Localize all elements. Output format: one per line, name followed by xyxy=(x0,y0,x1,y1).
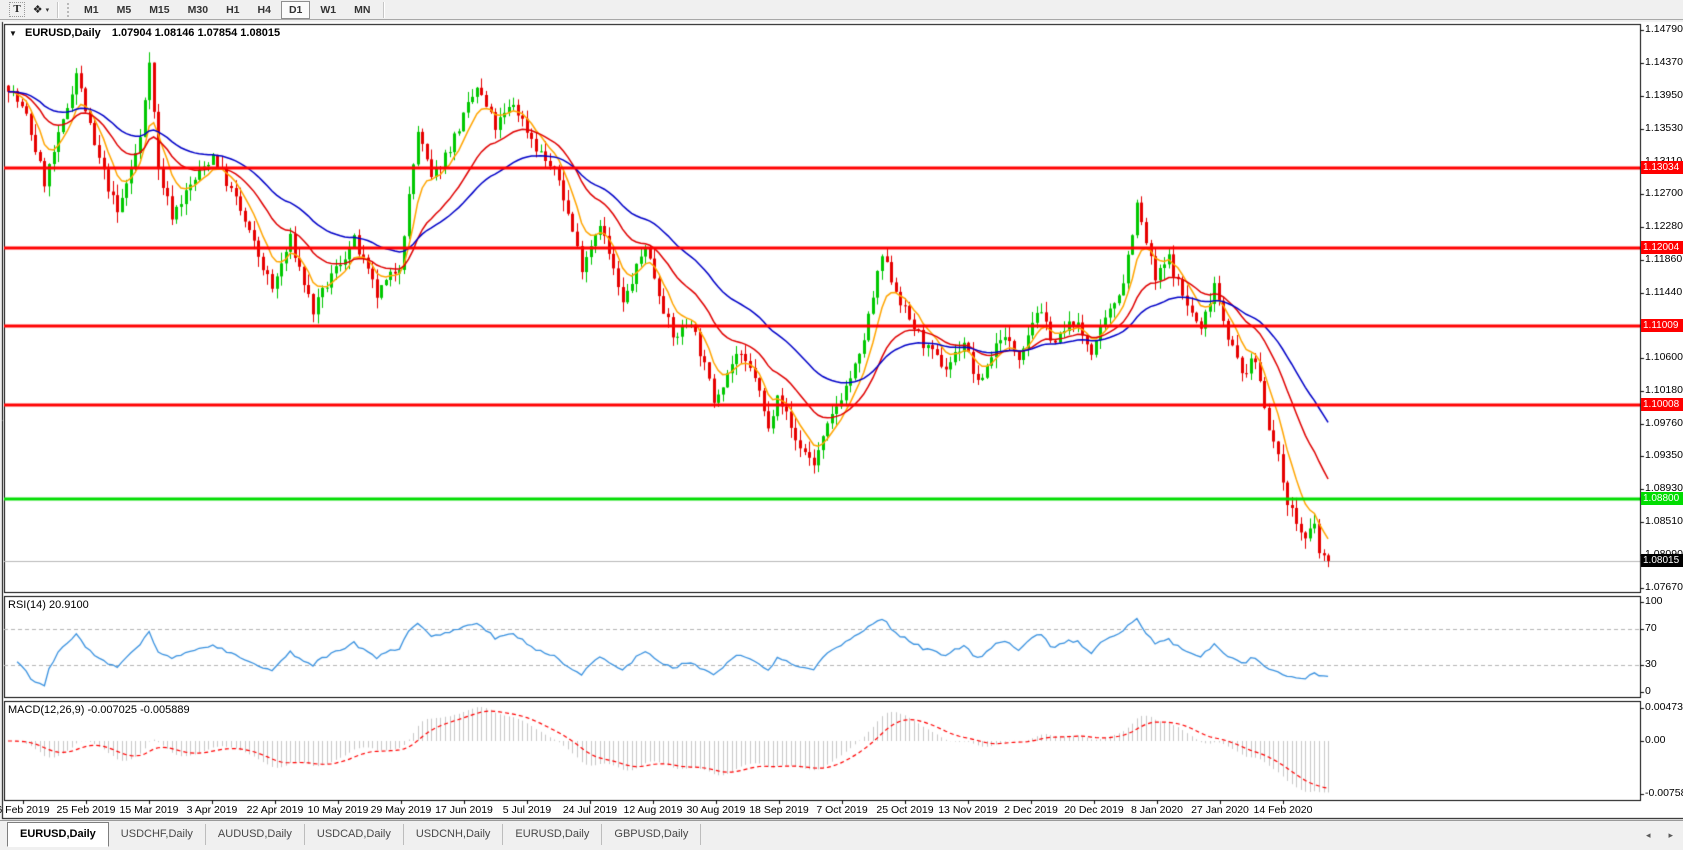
text-tool-icon: T xyxy=(9,2,24,17)
chart-tab-6[interactable]: EURUSD,Daily xyxy=(503,824,602,845)
price-tick-label: 1.07670 xyxy=(1645,581,1683,593)
date-label: 7 Oct 2019 xyxy=(809,804,875,816)
tabs-scroll-right-button[interactable]: ▸ xyxy=(1668,830,1673,841)
date-label: 6 Feb 2019 xyxy=(0,804,56,816)
date-label: 15 Mar 2019 xyxy=(116,804,182,816)
price-tick-label: 1.14790 xyxy=(1645,23,1683,35)
rsi-tick-label: 100 xyxy=(1645,595,1663,607)
rsi-tick-label: 30 xyxy=(1645,658,1657,670)
price-tick-label: 1.09350 xyxy=(1645,449,1683,461)
date-label: 30 Aug 2019 xyxy=(683,804,749,816)
chart-tab-7[interactable]: GBPUSD,Daily xyxy=(602,824,701,845)
date-label: 10 May 2019 xyxy=(305,804,371,816)
price-tick-label: 1.09760 xyxy=(1645,417,1683,429)
toolbar-grip[interactable] xyxy=(67,3,71,17)
timeframe-button-m30[interactable]: M30 xyxy=(180,1,216,19)
date-label: 13 Nov 2019 xyxy=(935,804,1001,816)
price-chart-canvas[interactable] xyxy=(0,0,1683,850)
date-label: 14 Feb 2020 xyxy=(1250,804,1316,816)
collapse-chart-icon[interactable]: ▼ xyxy=(9,29,17,38)
timeframe-buttons: M1M5M15M30H1H4D1W1MN xyxy=(75,1,379,19)
timeframe-button-h1[interactable]: H1 xyxy=(218,1,247,19)
tabs-scroll-left-button[interactable]: ◂ xyxy=(1646,830,1651,841)
macd-tick-label: 0.00 xyxy=(1645,734,1665,746)
date-label: 20 Dec 2019 xyxy=(1061,804,1127,816)
price-tick-label: 1.13530 xyxy=(1645,122,1683,134)
macd-tick-label: -0.007585 xyxy=(1645,787,1683,799)
styler-tool-button[interactable]: ❖ ▾ xyxy=(29,1,53,18)
resistance-price-tag: 1.11009 xyxy=(1641,319,1683,332)
date-label: 8 Jan 2020 xyxy=(1124,804,1190,816)
timeframe-button-m5[interactable]: M5 xyxy=(109,1,140,19)
chart-tab-3[interactable]: AUDUSD,Daily xyxy=(206,824,305,845)
styler-icon: ❖ xyxy=(33,3,43,16)
resistance-price-tag: 1.12004 xyxy=(1641,241,1683,254)
chart-title: ▼ EURUSD,Daily 1.07904 1.08146 1.07854 1… xyxy=(9,27,280,39)
chart-tab-1[interactable]: EURUSD,Daily xyxy=(7,822,109,847)
date-label: 3 Apr 2019 xyxy=(179,804,245,816)
chart-tabs: EURUSD,DailyUSDCHF,DailyAUDUSD,DailyUSDC… xyxy=(7,821,701,847)
rsi-label: RSI(14) 20.9100 xyxy=(8,599,89,611)
chevron-down-icon[interactable]: ▾ xyxy=(46,6,50,14)
date-label: 25 Oct 2019 xyxy=(872,804,938,816)
resistance-price-tag: 1.10008 xyxy=(1641,398,1683,411)
macd-label: MACD(12,26,9) -0.007025 -0.005889 xyxy=(8,704,190,716)
chart-tabs-bar: EURUSD,DailyUSDCHF,DailyAUDUSD,DailyUSDC… xyxy=(0,820,1683,850)
chart-tab-4[interactable]: USDCAD,Daily xyxy=(305,824,404,845)
date-label: 29 May 2019 xyxy=(368,804,434,816)
support-price-tag: 1.08800 xyxy=(1641,492,1683,505)
toolbar: T ❖ ▾ M1M5M15M30H1H4D1W1MN xyxy=(0,0,1683,20)
chart-tab-5[interactable]: USDCNH,Daily xyxy=(404,824,504,845)
timeframe-button-d1[interactable]: D1 xyxy=(281,1,310,19)
current-price-tag: 1.08015 xyxy=(1641,554,1683,567)
date-label: 17 Jun 2019 xyxy=(431,804,497,816)
timeframe-button-h4[interactable]: H4 xyxy=(250,1,279,19)
date-label: 5 Jul 2019 xyxy=(494,804,560,816)
price-tick-label: 1.10600 xyxy=(1645,351,1683,363)
symbol-name: EURUSD,Daily xyxy=(25,27,101,39)
ohlc-values: 1.07904 1.08146 1.07854 1.08015 xyxy=(112,27,280,39)
price-tick-label: 1.13950 xyxy=(1645,89,1683,101)
date-label: 12 Aug 2019 xyxy=(620,804,686,816)
price-tick-label: 1.11860 xyxy=(1645,253,1682,265)
rsi-tick-label: 0 xyxy=(1645,685,1651,697)
timeframe-button-m15[interactable]: M15 xyxy=(141,1,177,19)
text-tool-button[interactable]: T xyxy=(5,1,29,18)
toolbar-separator xyxy=(57,2,59,18)
date-label: 24 Jul 2019 xyxy=(557,804,623,816)
resistance-price-tag: 1.13034 xyxy=(1641,161,1683,174)
price-tick-label: 1.08510 xyxy=(1645,515,1683,527)
date-label: 2 Dec 2019 xyxy=(998,804,1064,816)
price-tick-label: 1.12280 xyxy=(1645,220,1683,232)
date-label: 18 Sep 2019 xyxy=(746,804,812,816)
timeframe-button-mn[interactable]: MN xyxy=(346,1,378,19)
rsi-tick-label: 70 xyxy=(1645,622,1657,634)
price-tick-label: 1.14370 xyxy=(1645,56,1683,68)
timeframe-button-w1[interactable]: W1 xyxy=(312,1,344,19)
timeframe-button-m1[interactable]: M1 xyxy=(76,1,107,19)
macd-tick-label: 0.004738 xyxy=(1645,701,1683,713)
toolbar-separator xyxy=(383,2,385,18)
price-tick-label: 1.12700 xyxy=(1645,187,1683,199)
price-tick-label: 1.10180 xyxy=(1645,384,1683,396)
date-label: 27 Jan 2020 xyxy=(1187,804,1253,816)
chart-tab-2[interactable]: USDCHF,Daily xyxy=(109,824,206,845)
price-tick-label: 1.11440 xyxy=(1645,286,1682,298)
date-label: 22 Apr 2019 xyxy=(242,804,308,816)
date-label: 25 Feb 2019 xyxy=(53,804,119,816)
